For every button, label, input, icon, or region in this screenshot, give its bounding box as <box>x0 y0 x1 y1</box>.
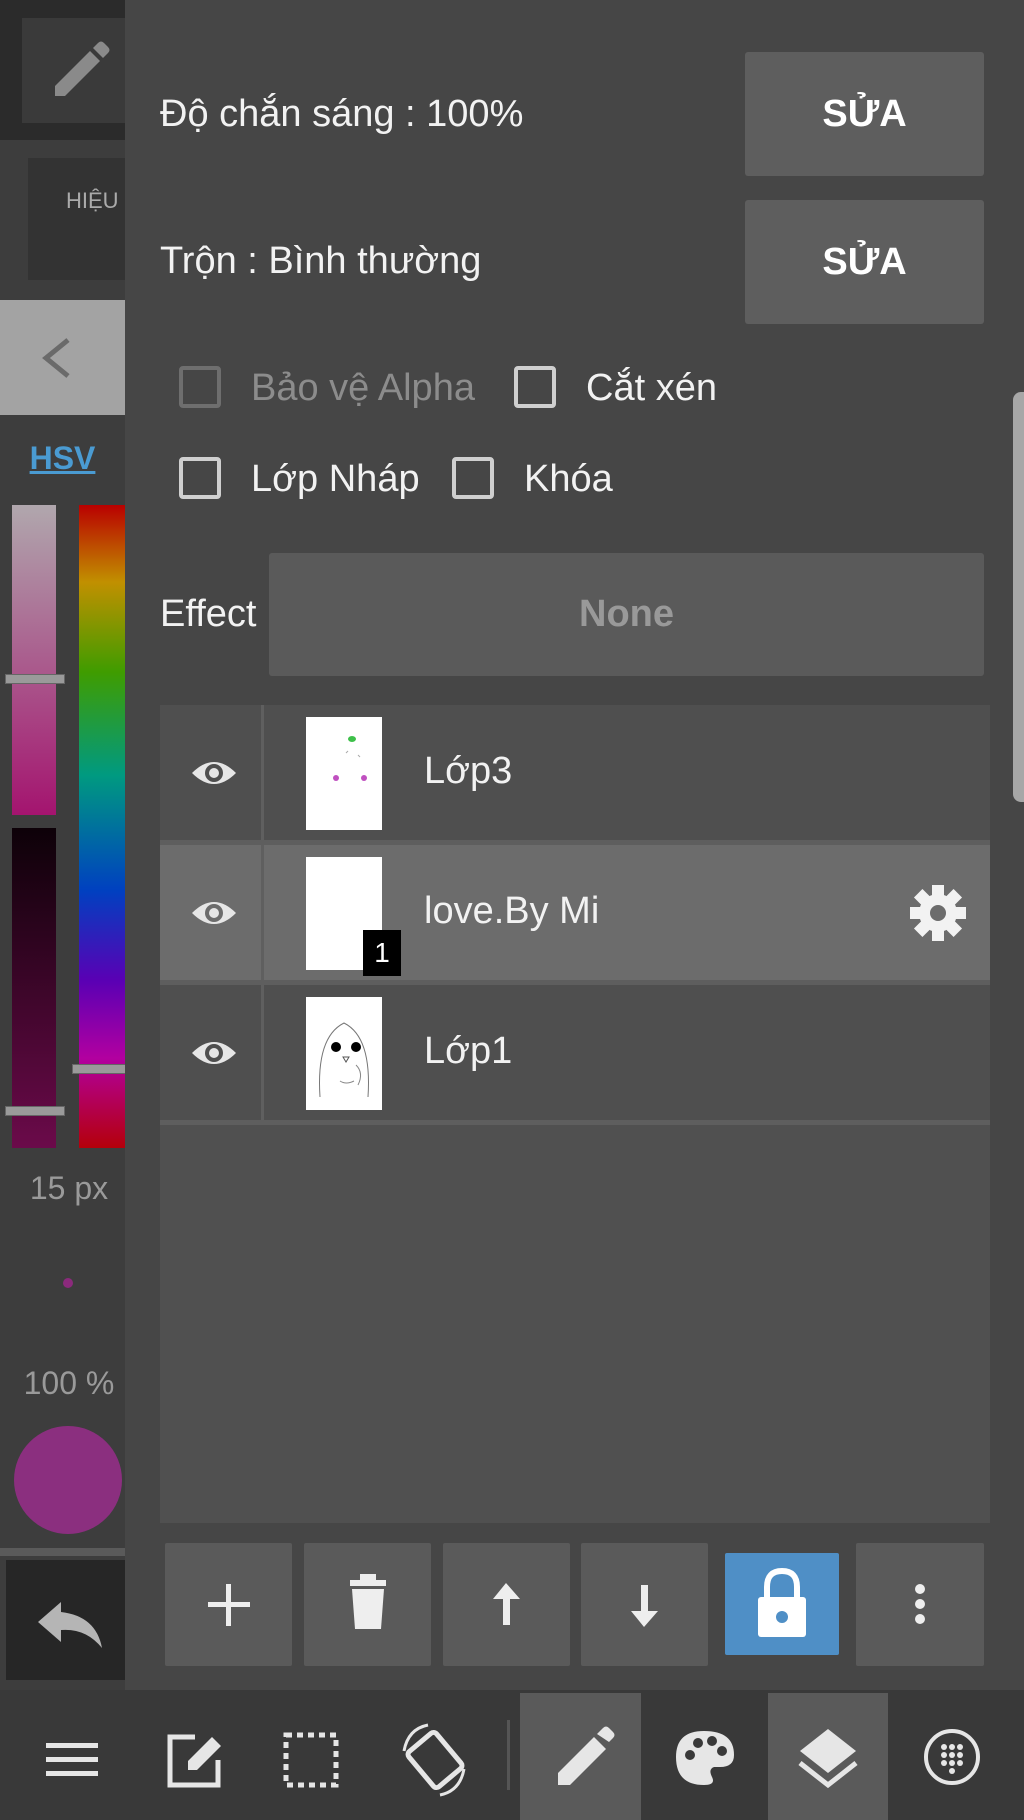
trash-icon <box>350 1574 386 1629</box>
layer-name: love.By Mi <box>424 890 600 932</box>
edit-opacity-button[interactable]: SỬA <box>745 52 984 176</box>
menu-button[interactable] <box>20 1693 125 1820</box>
arrow-down-icon <box>631 1585 658 1627</box>
rotate-icon <box>402 1723 466 1797</box>
lock-icon <box>758 1567 806 1637</box>
pencil-icon <box>55 41 110 96</box>
brush-size-preview <box>63 1278 73 1288</box>
layer-name: Lớp3 <box>424 750 513 792</box>
arrow-up-icon <box>493 1583 520 1625</box>
more-options-button[interactable] <box>856 1543 984 1666</box>
rotate-button[interactable] <box>382 1693 487 1820</box>
divider <box>160 1120 990 1125</box>
current-color-swatch[interactable] <box>14 1426 122 1534</box>
effect-tab[interactable]: HIỆU <box>28 158 125 280</box>
checkbox-box <box>514 366 556 408</box>
collapse-panel-button[interactable] <box>0 300 125 415</box>
lock-layer-button[interactable] <box>725 1553 839 1655</box>
brush-opacity-label[interactable]: 100 % <box>0 1365 138 1402</box>
layer-name: Lớp1 <box>424 1030 513 1072</box>
divider <box>507 1720 510 1790</box>
delete-layer-button[interactable] <box>304 1543 431 1666</box>
divider <box>261 985 264 1120</box>
blend-mode-label: Trộn : Bình thường <box>160 240 482 282</box>
effect-tab-label: HIỆU <box>66 188 119 213</box>
brightness-thumb[interactable] <box>5 1106 65 1116</box>
hue-thumb[interactable] <box>72 1064 127 1074</box>
clipping-label: Cắt xén <box>586 367 717 409</box>
undo-icon <box>38 1602 102 1648</box>
layer-badge: 1 <box>363 930 401 976</box>
pen-tool-button[interactable] <box>520 1693 641 1820</box>
visibility-eye-icon[interactable] <box>190 745 238 801</box>
selection-button[interactable] <box>262 1693 367 1820</box>
checkbox-box <box>179 457 221 499</box>
gear-icon[interactable] <box>908 883 968 943</box>
protect-alpha-label: Bảo vệ Alpha <box>251 367 475 409</box>
checkbox-box <box>452 457 494 499</box>
checkbox-box <box>179 366 221 408</box>
edit-blend-button[interactable]: SỬA <box>745 200 984 324</box>
edit-canvas-icon <box>167 1734 221 1788</box>
edit-canvas-button[interactable] <box>140 1693 245 1820</box>
layer-row[interactable]: Lớp1 <box>160 985 990 1120</box>
move-layer-down-button[interactable] <box>581 1543 708 1666</box>
add-icon <box>208 1584 250 1626</box>
layer-thumbnail <box>306 997 382 1110</box>
more-vert-icon <box>915 1584 925 1624</box>
effect-label: Effect <box>160 593 257 635</box>
opacity-label: Độ chắn sáng : 100% <box>160 93 524 135</box>
scroll-handle[interactable] <box>1013 392 1024 802</box>
visibility-eye-icon[interactable] <box>190 1025 238 1081</box>
visibility-eye-icon[interactable] <box>190 885 238 941</box>
move-layer-up-button[interactable] <box>443 1543 570 1666</box>
layers-icon <box>798 1729 858 1789</box>
draft-layer-label: Lớp Nháp <box>251 458 420 500</box>
brush-size-label[interactable]: 15 px <box>0 1170 138 1207</box>
undo-button[interactable] <box>6 1560 125 1680</box>
layers-button[interactable] <box>768 1693 888 1820</box>
hue-slider[interactable] <box>79 505 125 1148</box>
pen-icon <box>558 1726 615 1785</box>
saturation-slider[interactable] <box>12 505 56 815</box>
materials-icon <box>924 1729 980 1785</box>
divider <box>261 705 264 840</box>
materials-button[interactable] <box>900 1693 1005 1820</box>
add-layer-button[interactable] <box>165 1543 292 1666</box>
saturation-thumb[interactable] <box>5 674 65 684</box>
layer-thumbnail <box>306 717 382 830</box>
palette-icon <box>676 1731 734 1785</box>
brush-tool-button[interactable] <box>22 18 125 123</box>
lock-label: Khóa <box>524 458 613 500</box>
divider <box>0 1548 125 1556</box>
layer-row-selected[interactable]: 1 love.By Mi <box>160 845 990 980</box>
chevron-left-icon <box>42 338 70 378</box>
divider <box>261 845 264 980</box>
brightness-slider[interactable] <box>12 828 56 1148</box>
menu-icon <box>46 1743 98 1776</box>
layer-row[interactable]: Lớp3 <box>160 705 990 840</box>
color-mode-link[interactable]: HSV <box>0 440 125 477</box>
color-palette-button[interactable] <box>652 1693 757 1820</box>
effect-select-button[interactable]: None <box>269 553 984 676</box>
selection-icon <box>283 1732 339 1788</box>
layer-list: Lớp3 1 love.By Mi Lớp1 <box>160 705 990 1523</box>
